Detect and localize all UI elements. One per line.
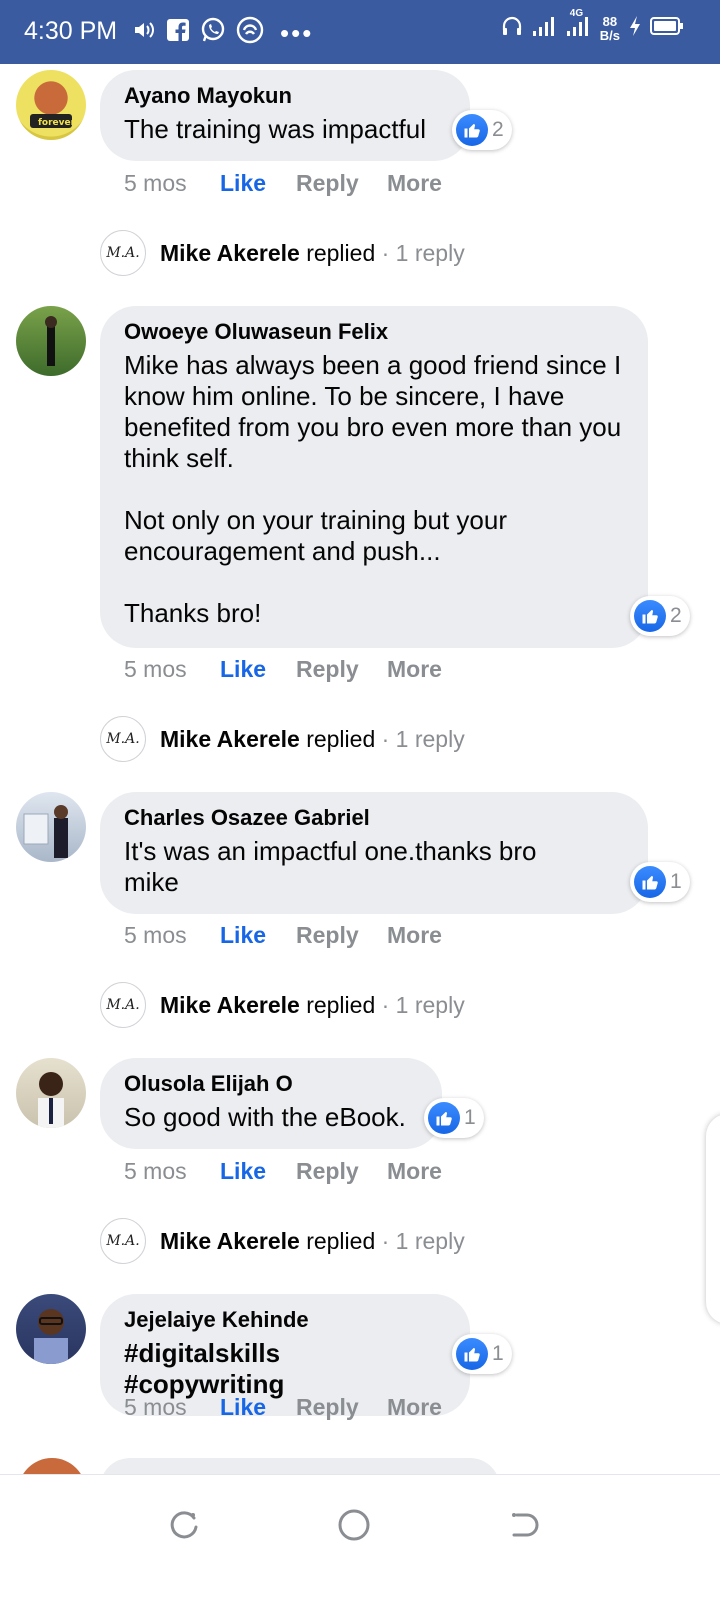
battery-icon — [650, 16, 684, 41]
comment-author[interactable]: Ayano Mayokun — [124, 84, 446, 108]
network-speed: 88 B/s — [599, 13, 620, 43]
reply-count: · 1 reply — [381, 725, 465, 752]
facebook-icon — [166, 18, 190, 47]
avatar[interactable] — [16, 1058, 86, 1128]
replier-name: Mike Akerele — [160, 1227, 300, 1254]
avatar[interactable]: forever — [16, 70, 86, 140]
app-icon — [236, 16, 264, 49]
reply-button[interactable]: Reply — [296, 656, 387, 683]
network-type: 4G — [569, 8, 584, 19]
replier-avatar: M.A. — [100, 1218, 146, 1264]
comment-bubble[interactable]: Olusola Elijah O So good with the eBook. — [100, 1058, 442, 1149]
reply-button[interactable]: Reply — [296, 170, 387, 197]
reaction-count[interactable]: 1 — [452, 1334, 512, 1374]
home-button[interactable] — [334, 1505, 374, 1545]
replies-link[interactable]: M.A. Mike Akerele replied · 1 reply — [100, 716, 465, 762]
replies-link[interactable]: M.A. Mike Akerele replied · 1 reply — [100, 982, 465, 1028]
comment-text: Mike has always been a good friend since… — [124, 350, 622, 628]
replies-link[interactable]: M.A. Mike Akerele replied · 1 reply — [100, 230, 465, 276]
like-reaction-icon — [634, 600, 666, 632]
reply-count: · 1 reply — [381, 991, 465, 1018]
replier-avatar: M.A. — [100, 230, 146, 276]
signal-icon — [532, 14, 558, 43]
system-nav-bar — [0, 1474, 720, 1601]
like-button[interactable]: Like — [220, 922, 296, 949]
like-reaction-icon — [428, 1102, 460, 1134]
comment-text: The training was impactful — [124, 114, 427, 144]
recent-apps-button[interactable] — [164, 1505, 204, 1545]
replies-link[interactable]: M.A. Mike Akerele replied · 1 reply — [100, 1218, 465, 1264]
more-button[interactable]: More — [387, 656, 442, 683]
reaction-count[interactable]: 1 — [630, 862, 690, 902]
avatar[interactable] — [16, 306, 86, 376]
whatsapp-icon — [200, 17, 226, 48]
comment-text: It's was an impactful one.thanks bro mik… — [124, 836, 544, 897]
signal-4g-icon: 4G — [566, 8, 592, 43]
more-button[interactable]: More — [387, 1394, 442, 1421]
comment-actions: 5 mos Like Reply More — [124, 1394, 442, 1421]
comment-text: So good with the eBook. — [124, 1102, 406, 1132]
reply-button[interactable]: Reply — [296, 922, 387, 949]
reaction-count[interactable]: 2 — [630, 596, 690, 636]
reply-button[interactable]: Reply — [296, 1394, 387, 1421]
volume-icon — [132, 18, 156, 47]
scroll-handle[interactable] — [706, 1114, 720, 1324]
headphones-icon — [500, 14, 524, 43]
replier-avatar: M.A. — [100, 982, 146, 1028]
status-time: 4:30 PM — [24, 17, 118, 45]
replier-avatar: M.A. — [100, 716, 146, 762]
comment-bubble[interactable]: Owoeye Oluwaseun Felix Mike has always b… — [100, 306, 648, 648]
comment-author[interactable]: Charles Osazee Gabriel — [124, 806, 624, 830]
comment-author[interactable]: Olusola Elijah O — [124, 1072, 418, 1096]
like-button[interactable]: Like — [220, 1158, 296, 1185]
comment-author[interactable]: Jejelaiye Kehinde — [124, 1308, 446, 1332]
comment-time[interactable]: 5 mos — [124, 1394, 220, 1421]
more-button[interactable]: More — [387, 922, 442, 949]
more-notifications-icon: ••• — [280, 17, 314, 48]
reply-count: · 1 reply — [381, 1227, 465, 1254]
more-button[interactable]: More — [387, 1158, 442, 1185]
reaction-count[interactable]: 1 — [424, 1098, 484, 1138]
like-button[interactable]: Like — [220, 1394, 296, 1421]
replier-name: Mike Akerele — [160, 991, 300, 1018]
avatar[interactable] — [16, 792, 86, 862]
svg-text:forever: forever — [38, 118, 76, 128]
like-button[interactable]: Like — [220, 170, 296, 197]
reply-button[interactable]: Reply — [296, 1158, 387, 1185]
replier-name: Mike Akerele — [160, 239, 300, 266]
comment-actions: 5 mos Like Reply More — [124, 170, 442, 197]
comment-actions: 5 mos Like Reply More — [124, 1158, 442, 1185]
comment-actions: 5 mos Like Reply More — [124, 922, 442, 949]
like-reaction-icon — [456, 1338, 488, 1370]
replier-name: Mike Akerele — [160, 725, 300, 752]
reaction-count[interactable]: 2 — [452, 110, 512, 150]
comment-time[interactable]: 5 mos — [124, 656, 220, 683]
like-button[interactable]: Like — [220, 656, 296, 683]
comment-time[interactable]: 5 mos — [124, 1158, 220, 1185]
comment-time[interactable]: 5 mos — [124, 170, 220, 197]
like-reaction-icon — [634, 866, 666, 898]
comment-author[interactable]: Owoeye Oluwaseun Felix — [124, 320, 624, 344]
back-button[interactable] — [502, 1505, 542, 1545]
comment-time[interactable]: 5 mos — [124, 922, 220, 949]
comment-actions: 5 mos Like Reply More — [124, 656, 442, 683]
like-reaction-icon — [456, 114, 488, 146]
avatar[interactable] — [16, 1294, 86, 1364]
charging-icon — [628, 15, 642, 42]
reply-count: · 1 reply — [381, 239, 465, 266]
more-button[interactable]: More — [387, 170, 442, 197]
comment-bubble[interactable]: Ayano Mayokun The training was impactful — [100, 70, 470, 161]
comment-bubble[interactable]: Charles Osazee Gabriel It's was an impac… — [100, 792, 648, 914]
comment-text: #digitalskills #copywriting — [124, 1338, 288, 1399]
status-bar: 4:30 PM ••• 4G 88 B/s — [0, 0, 720, 64]
